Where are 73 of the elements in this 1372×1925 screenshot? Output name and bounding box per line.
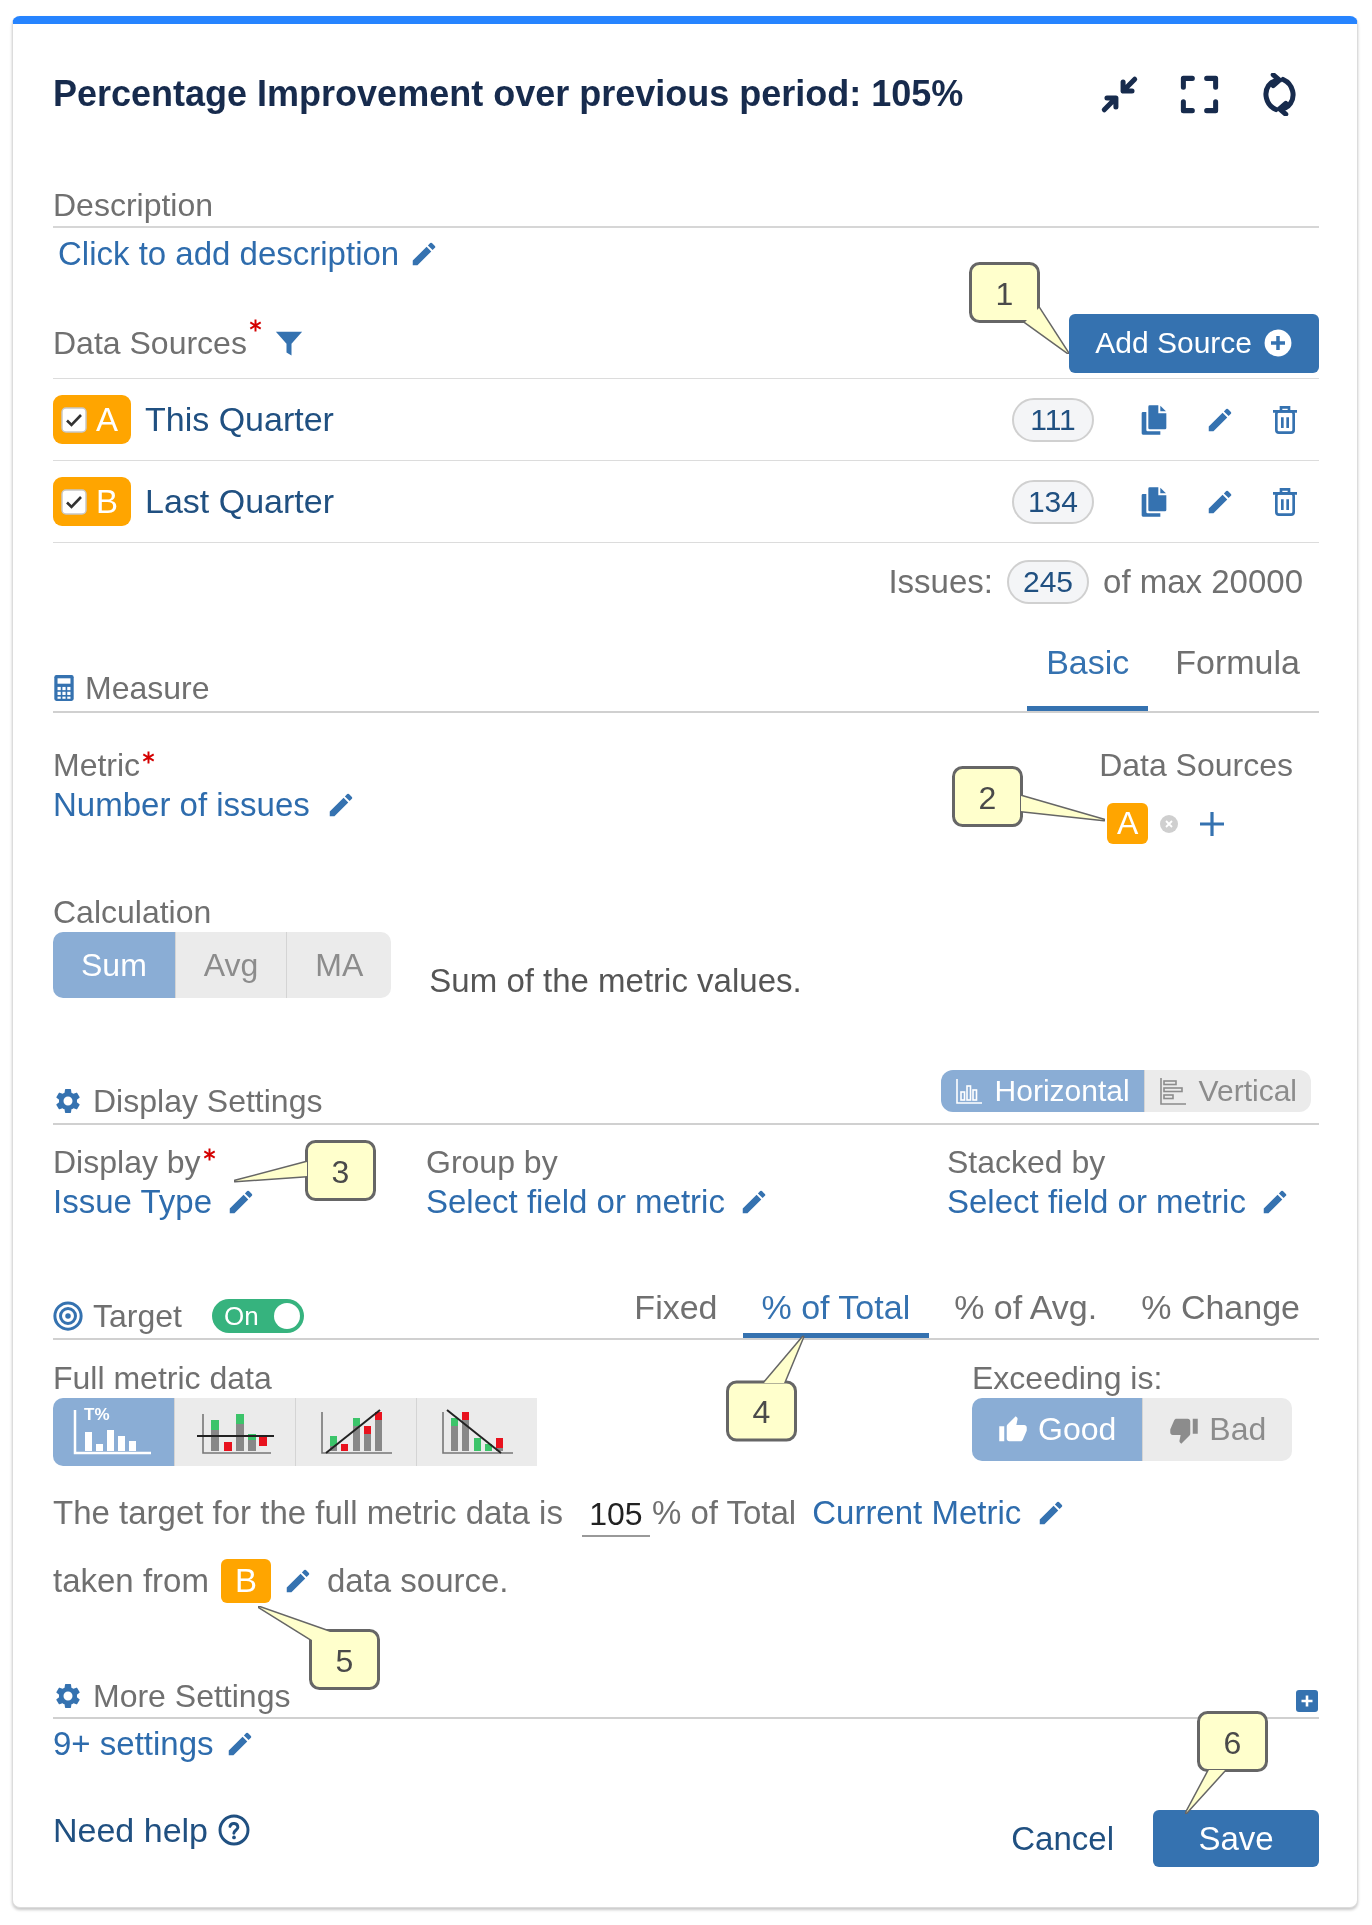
callout-label: 3 [234,1140,376,1202]
field-link[interactable]: Select field or metric [947,1182,1246,1222]
source-badge: A [1107,803,1149,844]
plus-circle-icon [1264,329,1292,357]
field-link[interactable]: Issue Type [53,1182,212,1222]
add-description-link[interactable]: Click to add description [58,234,400,274]
target-sentence: The target for the full metric data is [53,1494,563,1532]
dialog-title: Percentage Improvement over previous period: 105% [53,72,964,116]
field-label: Exceeding is: [972,1359,1163,1398]
source-letter: B [96,481,118,522]
help-link[interactable]: Need help [53,1809,208,1850]
metric-link[interactable]: Number of issues [53,785,310,825]
source-name[interactable]: This Quarter [145,400,334,439]
field-label: Calculation [53,893,212,932]
tab[interactable]: % of Avg. [935,1287,1117,1338]
calculation-description: Sum of the metric values. [429,961,802,1001]
plus-icon[interactable] [1198,809,1227,838]
add-source-button[interactable]: Add Source [1069,313,1319,373]
bar-chart-icon [73,1408,154,1456]
callout-label: 4 [725,1335,805,1442]
field-label: Group by [426,1143,558,1182]
tab[interactable]: % of Total [742,1287,930,1338]
callout-label: 1 [969,261,1070,354]
target-icon [53,1301,83,1331]
bar-chart-icon [1158,1077,1187,1105]
gear-icon [53,1086,83,1116]
orientation-option[interactable]: Vertical [1143,1070,1311,1112]
tab[interactable]: Formula [1156,642,1319,711]
source-line-text: taken from [53,1562,209,1600]
chart-mode-option[interactable] [416,1398,537,1466]
help-icon[interactable] [218,1813,250,1846]
checkbox[interactable] [61,406,87,433]
field-label: Metric [53,746,141,785]
chart-mode-option[interactable] [295,1398,416,1466]
save-button[interactable]: Save [1153,1810,1319,1867]
issues-limit: of max 20000 [1103,563,1303,601]
section-title: Measure [85,669,210,708]
checkbox[interactable] [61,488,87,515]
current-metric-link[interactable]: Current Metric [812,1494,1022,1532]
issues-label: Issues: [888,563,993,601]
source-letter: A [96,399,118,440]
section-title: Display Settings [93,1082,323,1121]
chart-mode-option[interactable] [174,1398,295,1466]
callout-label: 5 [257,1606,380,1690]
callout-label: 6 [1185,1711,1268,1814]
section-title: Target [93,1297,182,1336]
source-line-text: data source. [326,1562,509,1600]
field-link[interactable]: Select field or metric [426,1182,725,1222]
calculation-option[interactable]: MA [286,932,392,998]
column-chart-icon [954,1077,983,1105]
target-unit: % of Total [651,1494,797,1532]
tab[interactable]: Basic [1027,642,1149,711]
field-label: Full metric data [53,1359,272,1398]
plus-square-icon[interactable] [1296,1689,1318,1712]
tab[interactable]: Fixed [615,1287,737,1338]
more-settings-link[interactable]: 9+ settings [53,1724,214,1764]
target-value-field[interactable]: 105 [581,1489,650,1537]
field-label: Display by [53,1143,201,1182]
calculator-icon [53,674,75,702]
section-label: Data Sources [53,324,247,362]
issue-total: 245 [1006,560,1090,604]
calculation-option[interactable]: Avg [174,932,287,998]
issue-count: 134 [1011,479,1094,524]
exceeding-option[interactable]: Bad [1142,1398,1293,1461]
gear-icon [53,1681,83,1711]
issue-count: 111 [1012,397,1094,442]
target-switch[interactable]: On [211,1299,304,1333]
switch-knob-icon [272,1302,301,1330]
field-label: Stacked by [947,1143,1106,1182]
tab[interactable]: % Change [1122,1287,1319,1338]
section-label: Description [53,187,214,223]
cancel-button[interactable]: Cancel [1011,1819,1114,1858]
source-name[interactable]: Last Quarter [145,482,334,521]
